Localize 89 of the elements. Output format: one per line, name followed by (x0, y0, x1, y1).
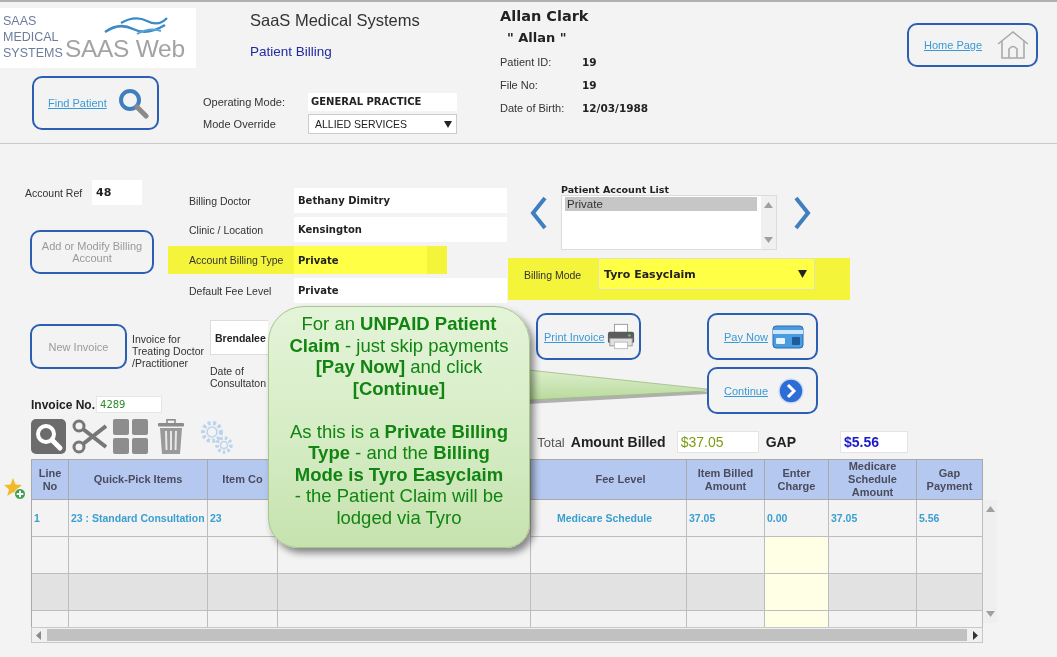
printer-icon (607, 323, 635, 350)
account-ref-field: 48 (92, 180, 142, 205)
amount-billed-label: Amount Billed (570, 434, 666, 450)
trash-icon[interactable] (157, 419, 185, 454)
billing-field-label: Account Billing Type (188, 254, 285, 266)
billing-field-value: Kensington (294, 217, 507, 242)
page-title: Patient Billing (250, 44, 332, 60)
table-header-cell: Fee Level (531, 460, 687, 500)
invoice-number-label: Invoice No. (31, 397, 95, 412)
patient-preferred-name: " Allan " (507, 30, 567, 46)
billing-field-label: Billing Doctor (188, 194, 252, 207)
grid-icon[interactable] (113, 419, 148, 454)
caret-icon (798, 270, 807, 278)
house-icon (997, 31, 1029, 59)
gap-label: GAP (765, 434, 796, 450)
right-arrow-icon[interactable] (973, 630, 978, 640)
callout-text: For an UNPAID Patient Claim - just skip payments [Pay Now] and click [Continue] (289, 313, 509, 399)
chevron-circle-icon (778, 377, 804, 404)
table-header-cell: Quick-Pick Items (69, 460, 208, 500)
table-cell: 0.00 (765, 500, 829, 537)
up-arrow-icon[interactable] (985, 506, 995, 512)
credit-card-icon (772, 324, 804, 349)
account-listbox[interactable]: Private (561, 195, 777, 250)
amount-billed-field: $37.05 (676, 431, 759, 453)
detail-label: Patient ID: (500, 55, 553, 68)
patient-name: Allan Clark (500, 7, 589, 25)
account-ref-label: Account Ref (25, 186, 84, 199)
charge-input-field[interactable] (765, 611, 829, 627)
pay-now-button[interactable]: Pay Now (707, 313, 818, 360)
search-icon (117, 87, 149, 119)
operating-mode-label: Operating Mode: (203, 96, 286, 108)
chevron-left-icon[interactable] (530, 196, 548, 230)
table-header-cell: Line No (32, 460, 69, 500)
star-plus-icon[interactable] (4, 478, 26, 500)
billing-mode-select[interactable]: Tyro Easyclaim (598, 258, 815, 290)
detail-value: 19 (582, 55, 597, 68)
up-arrow-icon[interactable] (764, 202, 773, 208)
left-arrow-icon[interactable] (36, 630, 41, 640)
table-header-cell: Gap Payment (917, 460, 983, 500)
account-list-label: Patient Account List (561, 184, 669, 195)
treating-doctor-label: Invoice for Treating Doctor /Practitioner (132, 333, 205, 369)
detail-value: 19 (582, 78, 597, 91)
billing-mode-label: Billing Mode (523, 268, 583, 281)
table-cell: Medicare Schedule (531, 500, 687, 537)
table-cell: 1 (32, 500, 69, 537)
mode-override-label: Mode Override (203, 118, 277, 130)
billing-field-value: Private (294, 246, 427, 274)
scrollbar-thumb[interactable] (47, 629, 967, 641)
billing-field-label: Default Fee Level (188, 284, 273, 297)
vertical-scrollbar[interactable] (983, 500, 997, 623)
invoice-number-field[interactable]: 4289 (96, 396, 162, 413)
scissors-icon[interactable] (72, 419, 107, 454)
caret-icon (444, 120, 452, 128)
table-cell: 37.05 (687, 500, 765, 537)
continue-button[interactable]: Continue (707, 367, 818, 414)
billing-field-label: Clinic / Location (188, 223, 265, 236)
home-page-button[interactable]: Home Page (907, 23, 1038, 67)
logo-product-name: SAAS Web (65, 35, 185, 62)
table-cell: 5.56 (917, 500, 983, 537)
detail-value: 12/03/1988 (582, 101, 649, 114)
table-header-cell: Item Billed Amount (687, 460, 765, 500)
operating-mode-field: GENERAL PRACTICE (308, 93, 457, 111)
print-invoice-button[interactable]: Print Invoice (536, 313, 641, 360)
horizontal-scrollbar[interactable] (31, 627, 983, 643)
logo-wordmark: SAAS MEDICAL SYSTEMS (3, 13, 64, 61)
down-arrow-icon[interactable] (985, 611, 995, 617)
detail-label: File No: (500, 78, 539, 91)
billing-field-value: Bethany Dimitry (294, 188, 507, 213)
consultation-date-label: Date of Consultaton (210, 365, 268, 389)
table-header-cell: Medicare Schedule Amount (829, 460, 917, 500)
callout-text: As this is a Private Billing Type - and the Billing Mode is Tyro Easyclaim - the Patient Claim will be lodged via Tyro (290, 420, 508, 528)
search-icon[interactable] (31, 419, 66, 454)
down-arrow-icon[interactable] (764, 237, 773, 243)
mode-override-select[interactable]: ALLIED SERVICES (308, 114, 457, 134)
gears-icon[interactable] (200, 419, 233, 454)
find-patient-button[interactable]: Find Patient (32, 76, 159, 130)
table-header-cell: Enter Charge (765, 460, 829, 500)
detail-label: Date of Birth: (500, 101, 566, 114)
table-cell: 37.05 (829, 500, 917, 537)
charge-input-field[interactable] (765, 537, 829, 574)
billing-field-value: Private (294, 278, 507, 303)
treating-doctor-select[interactable]: Brendalee (210, 320, 268, 355)
account-list-item[interactable]: Private (565, 197, 757, 211)
chevron-right-icon[interactable] (793, 196, 811, 230)
charge-input-field[interactable] (765, 574, 829, 611)
table-cell: 23 : Standard Consultation (69, 500, 208, 537)
company-name: SaaS Medical Systems (250, 11, 420, 30)
invoice-total-label: Total (537, 434, 565, 450)
gap-field: $5.56 (840, 431, 908, 453)
